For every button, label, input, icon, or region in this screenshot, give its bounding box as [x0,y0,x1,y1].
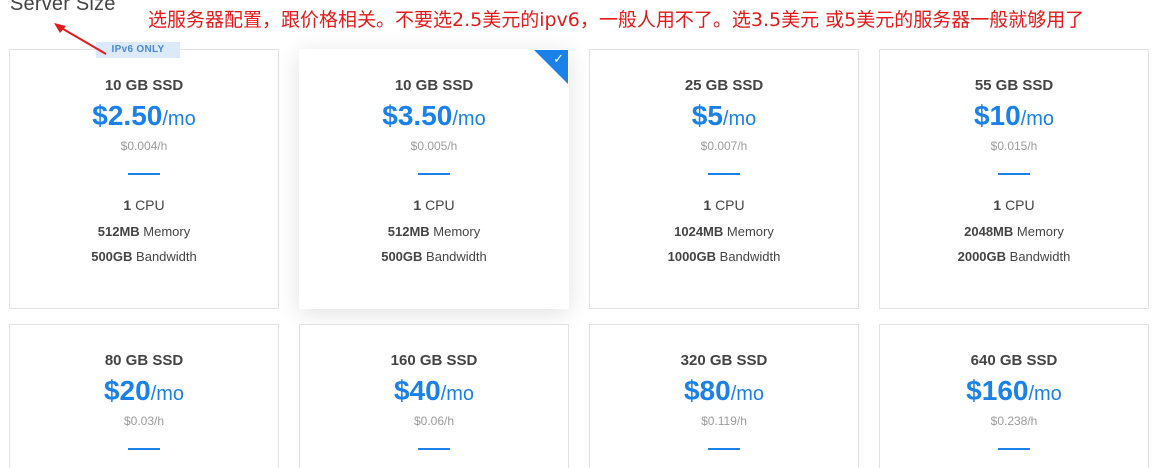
plan-bandwidth: 1000GB Bandwidth [667,249,781,264]
plan-storage: 10 GB SSD [104,77,184,94]
plan-hourly-price: $0.119/h [701,414,747,428]
server-size-page: Server Size 选服务器配置，跟价格相关。不要选2.5美元的ipv6，一… [0,0,1161,468]
plan-storage: 25 GB SSD [684,77,764,94]
annotation-arrow-icon [54,23,107,55]
plan-storage: 55 GB SSD [974,77,1054,94]
plan-price: $3.50/mo [382,100,486,131]
plan-memory: 512MB Memory [97,224,191,239]
plan-cpu: 1 CPU [413,197,455,213]
section-title: Server Size [10,0,116,15]
plan-storage: 160 GB SSD [390,352,478,369]
plan-price: $40/mo [393,375,475,406]
plan-hourly-price: $0.007/h [700,139,748,153]
plan-price: $10/mo [973,100,1055,131]
plan-card-3[interactable]: 25 GB SSD $5/mo $0.007/h 1 CPU 1024MB Me… [589,49,859,309]
plan-divider [128,448,160,450]
plan-hourly-price: $0.03/h [123,414,165,428]
plan-divider [998,173,1030,175]
plan-memory: 512MB Memory [387,224,481,239]
plan-divider [128,173,160,175]
plan-card-2[interactable]: ✓ 10 GB SSD $3.50/mo $0.005/h 1 CPU 512M… [299,49,569,309]
plan-cpu: 1 CPU [993,197,1035,213]
annotation-note: 选服务器配置，跟价格相关。不要选2.5美元的ipv6，一般人用不了。选3.5美元… [148,9,1085,31]
plan-bandwidth: 500GB Bandwidth [381,249,487,264]
plan-hourly-price: $0.005/h [410,139,458,153]
plan-memory: 1024MB Memory [674,224,774,239]
plan-hourly-price: $0.004/h [120,139,168,153]
plan-card-7[interactable]: 320 GB SSD $80/mo $0.119/h [589,324,859,468]
plan-card-5[interactable]: 80 GB SSD $20/mo $0.03/h [9,324,279,468]
plan-card-6[interactable]: 160 GB SSD $40/mo $0.06/h [299,324,569,468]
plan-hourly-price: $0.015/h [990,139,1038,153]
plan-price: $80/mo [683,375,765,406]
plan-storage: 640 GB SSD [970,352,1058,369]
plan-hourly-price: $0.06/h [413,414,455,428]
plan-divider [418,173,450,175]
plan-cpu: 1 CPU [703,197,745,213]
plan-divider [998,448,1030,450]
plan-price: $2.50/mo [92,100,196,131]
plan-price: $160/mo [966,375,1062,406]
plan-card-4[interactable]: 55 GB SSD $10/mo $0.015/h 1 CPU 2048MB M… [879,49,1149,309]
plan-hourly-price: $0.238/h [990,414,1038,428]
plan-price: $20/mo [103,375,185,406]
plan-price: $5/mo [691,100,757,131]
plan-divider [418,448,450,450]
plan-card-8[interactable]: 640 GB SSD $160/mo $0.238/h [879,324,1149,468]
plan-storage: 80 GB SSD [104,352,184,369]
plan-bandwidth: 500GB Bandwidth [91,249,197,264]
plan-divider [708,448,740,450]
plan-cpu: 1 CPU [123,197,165,213]
plan-memory: 2048MB Memory [964,224,1064,239]
plan-storage: 10 GB SSD [394,77,474,94]
plan-bandwidth: 2000GB Bandwidth [957,249,1071,264]
check-icon: ✓ [553,51,564,66]
plan-divider [708,173,740,175]
plan-card-1[interactable]: 10 GB SSD $2.50/mo $0.004/h 1 CPU 512MB … [9,49,279,309]
plan-storage: 320 GB SSD [680,352,768,369]
